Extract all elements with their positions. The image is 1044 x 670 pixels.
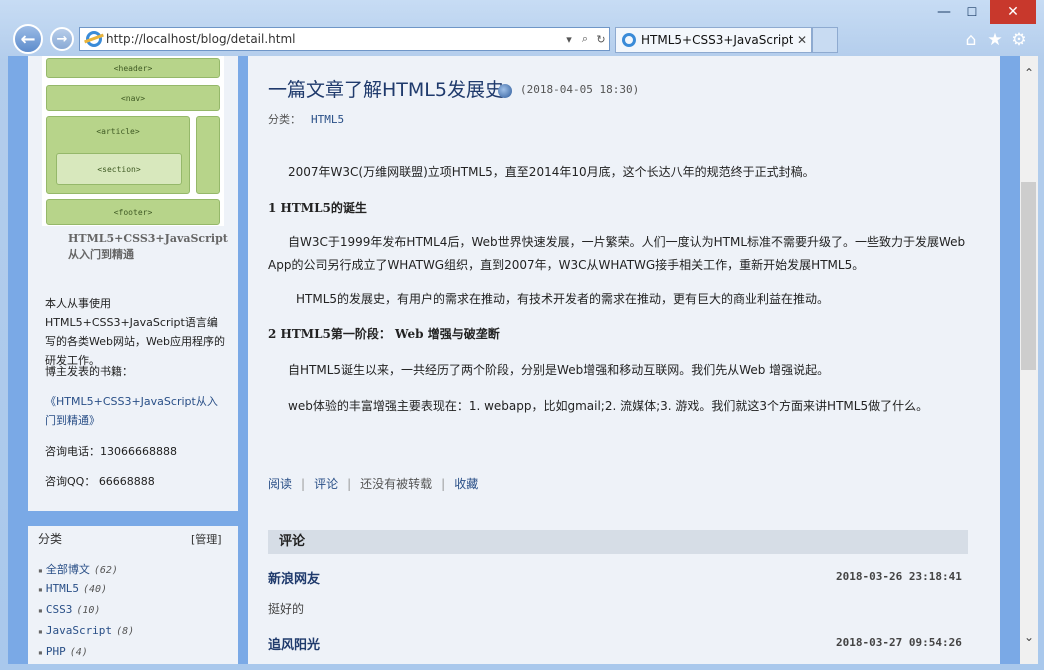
tab-title: HTML5+CSS3+JavaScript... (641, 33, 793, 47)
address-input[interactable]: http://localhost/blog/detail.html (106, 32, 561, 46)
globe-icon (498, 84, 512, 98)
tab-close-icon[interactable]: ✕ (793, 33, 811, 47)
post-date: (2018-04-05 18:30) (520, 83, 640, 96)
category-item-css3[interactable]: CSS3(10) (38, 603, 101, 616)
browser-tab[interactable]: HTML5+CSS3+JavaScript... ✕ (615, 27, 812, 53)
contact-phone: 咨询电话：13066668888 (45, 445, 177, 458)
cover-section-block: <section> (56, 153, 182, 185)
category-label: HTML5 (45, 582, 79, 595)
category-count: (62) (93, 565, 118, 576)
category-label: JavaScript (45, 624, 113, 637)
category-label: 全部博文 (45, 563, 90, 576)
back-button[interactable]: ← (13, 24, 43, 54)
cover-header-block: <header> (46, 58, 220, 78)
category-item-html5[interactable]: HTML5(40) (38, 582, 107, 595)
post-actions: 阅读 | 评论 | 还没有被转载 | 收藏 (268, 475, 478, 492)
favorites-star-icon[interactable]: ★ (985, 30, 1005, 50)
cover-aside-block (196, 116, 220, 194)
comments-heading: 评论 (268, 530, 968, 554)
home-icon[interactable]: ⌂ (961, 30, 981, 50)
sidebar: <header> <nav> <article> <section> <foot… (28, 56, 238, 664)
cover-footer-block: <footer> (46, 199, 220, 225)
search-icon[interactable]: ⌕ (577, 32, 593, 46)
minimize-button[interactable]: — (930, 0, 958, 24)
separator: | (301, 477, 306, 491)
forward-button[interactable]: → (50, 27, 74, 51)
ie-logo-icon (86, 31, 102, 47)
category-count: (10) (76, 605, 101, 616)
book-subtitle: 从入门到精通 (68, 248, 134, 261)
favorite-link[interactable]: 收藏 (454, 477, 478, 491)
category-heading: 分类 (38, 532, 63, 546)
forward-arrow-icon: → (56, 31, 68, 47)
maximize-button[interactable]: ☐ (958, 0, 986, 24)
address-bar[interactable]: http://localhost/blog/detail.html ▾ ⌕ ↻ (79, 27, 610, 51)
comment-date: 2018-03-27 09:54:26 (836, 636, 962, 649)
category-item-all[interactable]: 全部博文(62) (38, 561, 118, 577)
post-category-label: 分类： (268, 113, 301, 126)
article-content: 一篇文章了解HTML5发展史 (2018-04-05 18:30) 分类： HTM… (248, 56, 1000, 664)
comment-body: 挺好的 (268, 602, 305, 616)
category-manage-link[interactable]: [管理] (191, 531, 222, 547)
book-title: HTML5+CSS3+JavaScript (68, 232, 228, 245)
paragraph-2: 自W3C于1999年发布HTML4后，Web世界快速发展，一片繁荣。人们一度认为… (268, 235, 966, 272)
read-link[interactable]: 阅读 (268, 477, 292, 491)
post-category: 分类： HTML5 (268, 111, 344, 127)
book-link[interactable]: 《HTML5+CSS3+JavaScript从入门到精通》 (45, 392, 227, 430)
comment-date: 2018-03-26 23:18:41 (836, 570, 962, 583)
scroll-down-icon[interactable]: ⌄ (1020, 630, 1038, 644)
category-count: (4) (69, 647, 88, 658)
paragraph-1: 2007年W3C(万维网联盟)立项HTML5，直至2014年10月底，这个长达八… (288, 165, 815, 179)
refresh-icon[interactable]: ↻ (593, 33, 609, 46)
separator: | (347, 477, 352, 491)
category-item-php[interactable]: PHP(4) (38, 645, 88, 658)
section-heading-2: 2 HTML5第一阶段： Web 增强与破垄断 (268, 327, 500, 341)
comment-link[interactable]: 评论 (314, 477, 338, 491)
scroll-up-icon[interactable]: ⌃ (1020, 66, 1038, 80)
category-panel: 分类 [管理] 全部博文(62) HTML5(40) CSS3(10) Java… (28, 526, 238, 664)
scrollbar-thumb[interactable] (1021, 182, 1036, 370)
cover-nav-block: <nav> (46, 85, 220, 111)
paragraph-5: web体验的丰富增强主要表现在：1. webapp，比如gmail;2. 流媒体… (288, 399, 929, 413)
profile-panel: <header> <nav> <article> <section> <foot… (28, 56, 238, 511)
repost-status: 还没有被转载 (360, 477, 433, 491)
category-item-javascript[interactable]: JavaScript(8) (38, 624, 134, 637)
comment-author[interactable]: 追风阳光 (268, 634, 320, 653)
comment-author[interactable]: 新浪网友 (268, 568, 320, 587)
address-dropdown-icon[interactable]: ▾ (561, 33, 577, 46)
paragraph-3: HTML5的发展史，有用户的需求在推动，有技术开发者的需求在推动，更有巨大的商业… (296, 292, 830, 306)
category-count: (40) (82, 584, 108, 595)
book-cover-image[interactable]: <header> <nav> <article> <section> <foot… (42, 56, 224, 226)
page-viewport: <header> <nav> <article> <section> <foot… (8, 56, 1020, 664)
books-heading: 博主发表的书籍： (45, 365, 133, 378)
category-label: PHP (45, 645, 66, 658)
post-title: 一篇文章了解HTML5发展史 (268, 79, 504, 101)
section-heading-1: 1 HTML5的诞生 (268, 201, 367, 215)
contact-qq: 咨询QQ： 66668888 (45, 475, 155, 488)
back-arrow-icon: ← (20, 28, 36, 50)
new-tab-button[interactable] (812, 27, 838, 53)
post-category-link[interactable]: HTML5 (311, 113, 344, 126)
paragraph-4: 自HTML5诞生以来，一共经历了两个阶段，分别是Web增强和移动互联网。我们先从… (288, 363, 830, 377)
author-bio: 本人从事使用HTML5+CSS3+JavaScript语言编写的各类Web网站，… (45, 297, 225, 367)
category-label: CSS3 (45, 603, 73, 616)
close-button[interactable]: ✕ (990, 0, 1036, 24)
tab-ie-icon (622, 33, 636, 47)
vertical-scrollbar[interactable]: ⌃ ⌄ (1020, 56, 1038, 664)
gear-icon[interactable]: ⚙ (1009, 30, 1029, 50)
separator: | (441, 477, 446, 491)
browser-window: — ☐ ✕ ← → http://localhost/blog/detail.h… (0, 0, 1044, 670)
category-count: (8) (116, 626, 135, 637)
